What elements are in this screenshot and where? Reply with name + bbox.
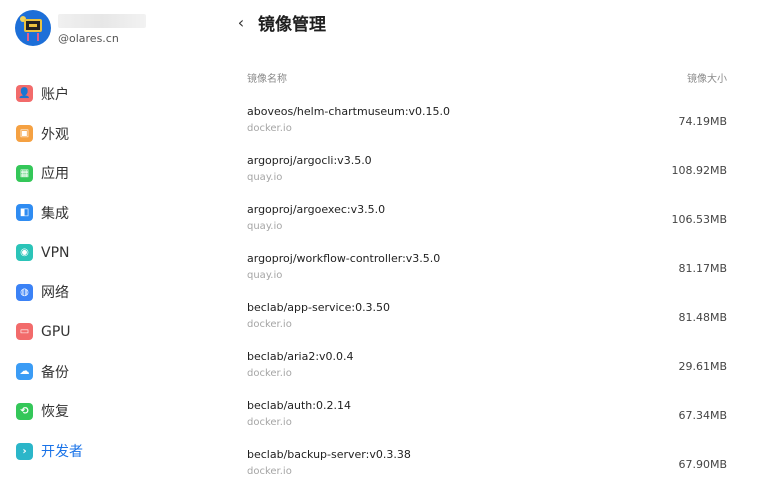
image-size: 74.19MB (678, 115, 727, 128)
image-name: beclab/aria2:v0.0.4 (247, 350, 354, 363)
restore-icon: ⟲ (16, 402, 33, 420)
sidebar-item-label: 恢复 (41, 404, 69, 421)
image-size: 106.53MB (671, 213, 727, 226)
sidebar-item-label: GPU (41, 323, 71, 340)
avatar (15, 10, 51, 46)
sidebar-item-4[interactable]: ◉ VPN (16, 233, 83, 273)
image-size: 67.34MB (678, 409, 727, 422)
image-name: aboveos/helm-chartmuseum:v0.15.0 (247, 105, 451, 118)
image-source: quay.io (247, 221, 283, 232)
username-redacted (58, 13, 146, 28)
image-name: argoproj/argocli:v3.5.0 (247, 154, 372, 167)
col-name-header: 镜像名称 (247, 74, 287, 85)
profile[interactable]: @olares.cn (15, 10, 146, 46)
image-name: beclab/auth:0.2.14 (247, 399, 351, 412)
image-source: docker.io (247, 466, 292, 477)
image-size: 81.17MB (678, 262, 727, 275)
list-header: 镜像名称 镜像大小 (247, 70, 727, 92)
sidebar: @olares.cn 👤 账户 ▣ 外观 ▦ 应用 ◧ 集成 ◉ VPN ◍ 网络 ▭ GPU ☁ 备份 ⟲ 恢复… (0, 0, 210, 479)
image-source: docker.io (247, 319, 292, 330)
sidebar-item-label: 应用 (41, 166, 69, 183)
image-list: 镜像名称 镜像大小 aboveos/helm-chartmuseum:v0.15… (247, 70, 727, 479)
sidebar-item-label: 备份 (41, 364, 69, 381)
profile-domain: @olares.cn (58, 31, 119, 45)
settings-nav: 👤 账户 ▣ 外观 ▦ 应用 ◧ 集成 ◉ VPN ◍ 网络 ▭ GPU ☁ 备份 ⟲ 恢复 › 开发者 (16, 74, 83, 471)
image-name: beclab/app-service:0.3.50 (247, 301, 391, 314)
gpu-icon: ▭ (16, 323, 33, 341)
sidebar-item-label: 网络 (41, 285, 69, 302)
vpn-icon: ◉ (16, 244, 33, 262)
apps-icon: ▦ (16, 164, 33, 182)
image-size: 108.92MB (671, 164, 727, 177)
sidebar-item-label: VPN (41, 244, 70, 261)
chevron-left-icon: ‹ (237, 12, 245, 32)
sidebar-item-9[interactable]: › 开发者 (16, 431, 83, 471)
backup-icon: ☁ (16, 363, 33, 381)
account-icon: 👤 (16, 85, 33, 103)
sidebar-item-label: 外观 (41, 126, 69, 143)
developer-icon: › (16, 442, 33, 460)
sidebar-item-2[interactable]: ▦ 应用 (16, 153, 83, 193)
image-source: quay.io (247, 270, 283, 281)
table-row[interactable]: beclab/app-service:0.3.50 docker.io 81.48M… (247, 288, 727, 337)
image-name: argoproj/argoexec:v3.5.0 (247, 203, 386, 216)
page-title: 镜像管理 (258, 14, 326, 35)
image-source: quay.io (247, 172, 283, 183)
sidebar-item-7[interactable]: ☁ 备份 (16, 352, 83, 392)
back-button[interactable]: ‹ (232, 12, 250, 32)
sidebar-item-0[interactable]: 👤 账户 (16, 74, 83, 114)
sidebar-item-label: 集成 (41, 205, 69, 222)
image-source: docker.io (247, 417, 292, 428)
table-row[interactable]: argoproj/argoexec:v3.5.0 quay.io 106.53MB (247, 190, 727, 239)
appearance-icon: ▣ (16, 125, 33, 143)
sidebar-item-label: 开发者 (41, 444, 83, 461)
table-row[interactable]: argoproj/workflow-controller:v3.5.0 quay.… (247, 239, 727, 288)
image-name: argoproj/workflow-controller:v3.5.0 (247, 252, 441, 265)
sidebar-item-6[interactable]: ▭ GPU (16, 312, 83, 352)
table-row[interactable]: beclab/aria2:v0.0.4 docker.io 29.61MB (247, 337, 727, 386)
image-name: beclab/backup-server:v0.3.38 (247, 448, 411, 461)
table-row[interactable]: beclab/backup-server:v0.3.38 docker.io 67.… (247, 435, 727, 479)
table-row[interactable]: beclab/auth:0.2.14 docker.io 67.34MB (247, 386, 727, 435)
network-icon: ◍ (16, 283, 33, 301)
sidebar-item-label: 账户 (41, 86, 69, 103)
image-size: 29.61MB (678, 360, 727, 373)
image-source: docker.io (247, 123, 292, 134)
integration-icon: ◧ (16, 204, 33, 222)
page-header: ‹ 镜像管理 (232, 8, 326, 36)
sidebar-item-8[interactable]: ⟲ 恢复 (16, 392, 83, 432)
sidebar-item-5[interactable]: ◍ 网络 (16, 272, 83, 312)
image-source: docker.io (247, 368, 292, 379)
sidebar-item-3[interactable]: ◧ 集成 (16, 193, 83, 233)
image-size: 81.48MB (678, 311, 727, 324)
table-row[interactable]: argoproj/argocli:v3.5.0 quay.io 108.92MB (247, 141, 727, 190)
image-size: 67.90MB (678, 458, 727, 471)
table-row[interactable]: aboveos/helm-chartmuseum:v0.15.0 docker.i… (247, 92, 727, 141)
sidebar-item-1[interactable]: ▣ 外观 (16, 114, 83, 154)
col-size-header: 镜像大小 (687, 74, 727, 85)
